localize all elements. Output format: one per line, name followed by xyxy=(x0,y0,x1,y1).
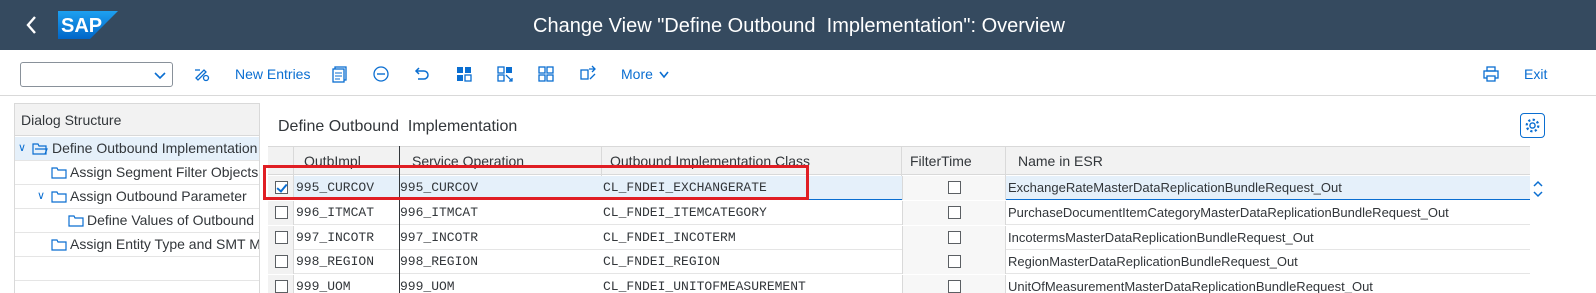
cell-outbimpl[interactable]: 997_INCOTR xyxy=(296,226,374,250)
more-menu-button[interactable]: More xyxy=(621,66,671,82)
select-block-button[interactable] xyxy=(495,64,515,84)
col-filtertime[interactable]: FilterTime xyxy=(902,147,1006,176)
highlight-annotation xyxy=(263,165,809,200)
printer-icon xyxy=(1483,66,1499,82)
cell-esr[interactable]: PurchaseDocumentItemCategoryMasterDataRe… xyxy=(1008,201,1449,225)
folder-icon xyxy=(51,191,67,203)
select-all-button[interactable] xyxy=(454,64,474,84)
undo-button[interactable] xyxy=(412,64,432,84)
arrows-icon xyxy=(580,65,596,80)
cell-service[interactable]: 999_UOM xyxy=(400,275,455,293)
delete-button[interactable] xyxy=(371,64,391,84)
command-dropdown[interactable] xyxy=(20,62,173,87)
table-row[interactable]: 996_ITMCAT 996_ITMCAT CL_FNDEI_ITEMCATEG… xyxy=(268,201,1546,225)
cell-class[interactable]: CL_FNDEI_ITEMCATEGORY xyxy=(603,201,767,225)
table-title: Define Outbound Implementation xyxy=(278,118,518,135)
row-checkbox[interactable] xyxy=(275,255,288,268)
row-selector[interactable] xyxy=(268,275,294,293)
expand-icon[interactable]: ∨ xyxy=(18,137,26,160)
cell-esr[interactable]: UnitOfMeasurementMasterDataReplicationBu… xyxy=(1008,275,1373,293)
tree-item-define-values[interactable]: Define Values of Outbound P xyxy=(15,209,259,232)
compare-button[interactable] xyxy=(578,64,598,84)
col-name-in-esr[interactable]: Name in ESR xyxy=(1006,147,1530,176)
cell-filtertime xyxy=(902,176,1006,200)
display-change-button[interactable] xyxy=(192,64,212,84)
tree-item-assign-entity-type[interactable]: Assign Entity Type and SMT Map xyxy=(15,233,259,256)
filtertime-checkbox[interactable] xyxy=(948,206,961,219)
row-checkbox[interactable] xyxy=(275,280,288,293)
table-row[interactable]: 999_UOM 999_UOM CL_FNDEI_UNITOFMEASUREME… xyxy=(268,275,1546,293)
chevron-down-icon xyxy=(154,72,166,80)
cell-filtertime xyxy=(902,250,1006,274)
filtertime-checkbox[interactable] xyxy=(948,231,961,244)
scroll-arrows-icon xyxy=(1533,180,1543,198)
copy-button[interactable] xyxy=(330,64,350,84)
row-selector[interactable] xyxy=(268,226,294,250)
new-entries-button[interactable]: New Entries xyxy=(235,66,310,82)
row-selector[interactable] xyxy=(268,201,294,225)
print-button[interactable] xyxy=(1481,64,1501,84)
row-checkbox[interactable] xyxy=(275,206,288,219)
cell-filtertime xyxy=(902,201,1006,225)
cell-filtertime xyxy=(902,275,1006,293)
deselect-all-button[interactable] xyxy=(536,64,556,84)
cell-service[interactable]: 998_REGION xyxy=(400,250,478,274)
filtertime-checkbox[interactable] xyxy=(948,280,961,293)
table-settings-button[interactable] xyxy=(1520,113,1545,138)
select-all-icon xyxy=(457,67,472,82)
vertical-scrollbar[interactable] xyxy=(1530,146,1546,293)
cell-service[interactable]: 996_ITMCAT xyxy=(400,201,478,225)
select-block-icon xyxy=(497,66,513,82)
dialog-structure-panel: Dialog Structure ∨ Define Outbound Imple… xyxy=(14,103,260,293)
deselect-all-icon xyxy=(538,66,554,82)
cell-service[interactable]: 997_INCOTR xyxy=(400,226,478,250)
cell-filtertime xyxy=(902,226,1006,250)
cell-esr[interactable]: IncotermsMasterDataReplicationBundleRequ… xyxy=(1008,226,1314,250)
tree-item-assign-outbound-param[interactable]: ∨ Assign Outbound Parameter xyxy=(15,185,259,208)
pencil-glasses-icon xyxy=(195,69,210,82)
tree-item-define-outbound[interactable]: ∨ Define Outbound Implementation xyxy=(15,137,259,160)
dialog-structure-heading: Dialog Structure xyxy=(15,104,259,136)
undo-icon xyxy=(414,67,429,80)
folder-icon xyxy=(68,215,84,227)
page-title: Change View "Define Outbound Implementat… xyxy=(533,15,1065,37)
folder-open-icon xyxy=(32,143,48,155)
cell-outbimpl[interactable]: 998_REGION xyxy=(296,250,374,274)
shell-header: SAP Change View "Define Outbound Impleme… xyxy=(0,0,1596,50)
chevron-down-icon xyxy=(659,71,669,79)
expand-icon[interactable]: ∨ xyxy=(37,185,45,208)
row-checkbox[interactable] xyxy=(275,231,288,244)
cell-outbimpl[interactable]: 996_ITMCAT xyxy=(296,201,374,225)
copy-icon xyxy=(332,66,347,83)
cell-class[interactable]: CL_FNDEI_REGION xyxy=(603,250,720,274)
cell-esr[interactable]: ExchangeRateMasterDataReplicationBundleR… xyxy=(1008,176,1342,200)
tree-item-assign-segment[interactable]: Assign Segment Filter Objects xyxy=(15,161,259,184)
cell-class[interactable]: CL_FNDEI_UNITOFMEASUREMENT xyxy=(603,275,806,293)
table-row[interactable]: 998_REGION 998_REGION CL_FNDEI_REGION Re… xyxy=(268,250,1546,274)
exit-button[interactable]: Exit xyxy=(1524,66,1547,82)
cell-class[interactable]: CL_FNDEI_INCOTERM xyxy=(603,226,736,250)
gear-icon xyxy=(1525,118,1540,133)
toolbar: New Entries More Exit xyxy=(0,50,1596,96)
filtertime-checkbox[interactable] xyxy=(948,255,961,268)
row-selector[interactable] xyxy=(268,250,294,274)
folder-icon xyxy=(51,167,67,179)
filtertime-checkbox[interactable] xyxy=(948,181,961,194)
cell-outbimpl[interactable]: 999_UOM xyxy=(296,275,351,293)
cell-esr[interactable]: RegionMasterDataReplicationBundleRequest… xyxy=(1008,250,1298,274)
folder-icon xyxy=(51,239,67,251)
table-row[interactable]: 997_INCOTR 997_INCOTR CL_FNDEI_INCOTERM … xyxy=(268,226,1546,250)
minus-circle-icon xyxy=(373,66,389,82)
